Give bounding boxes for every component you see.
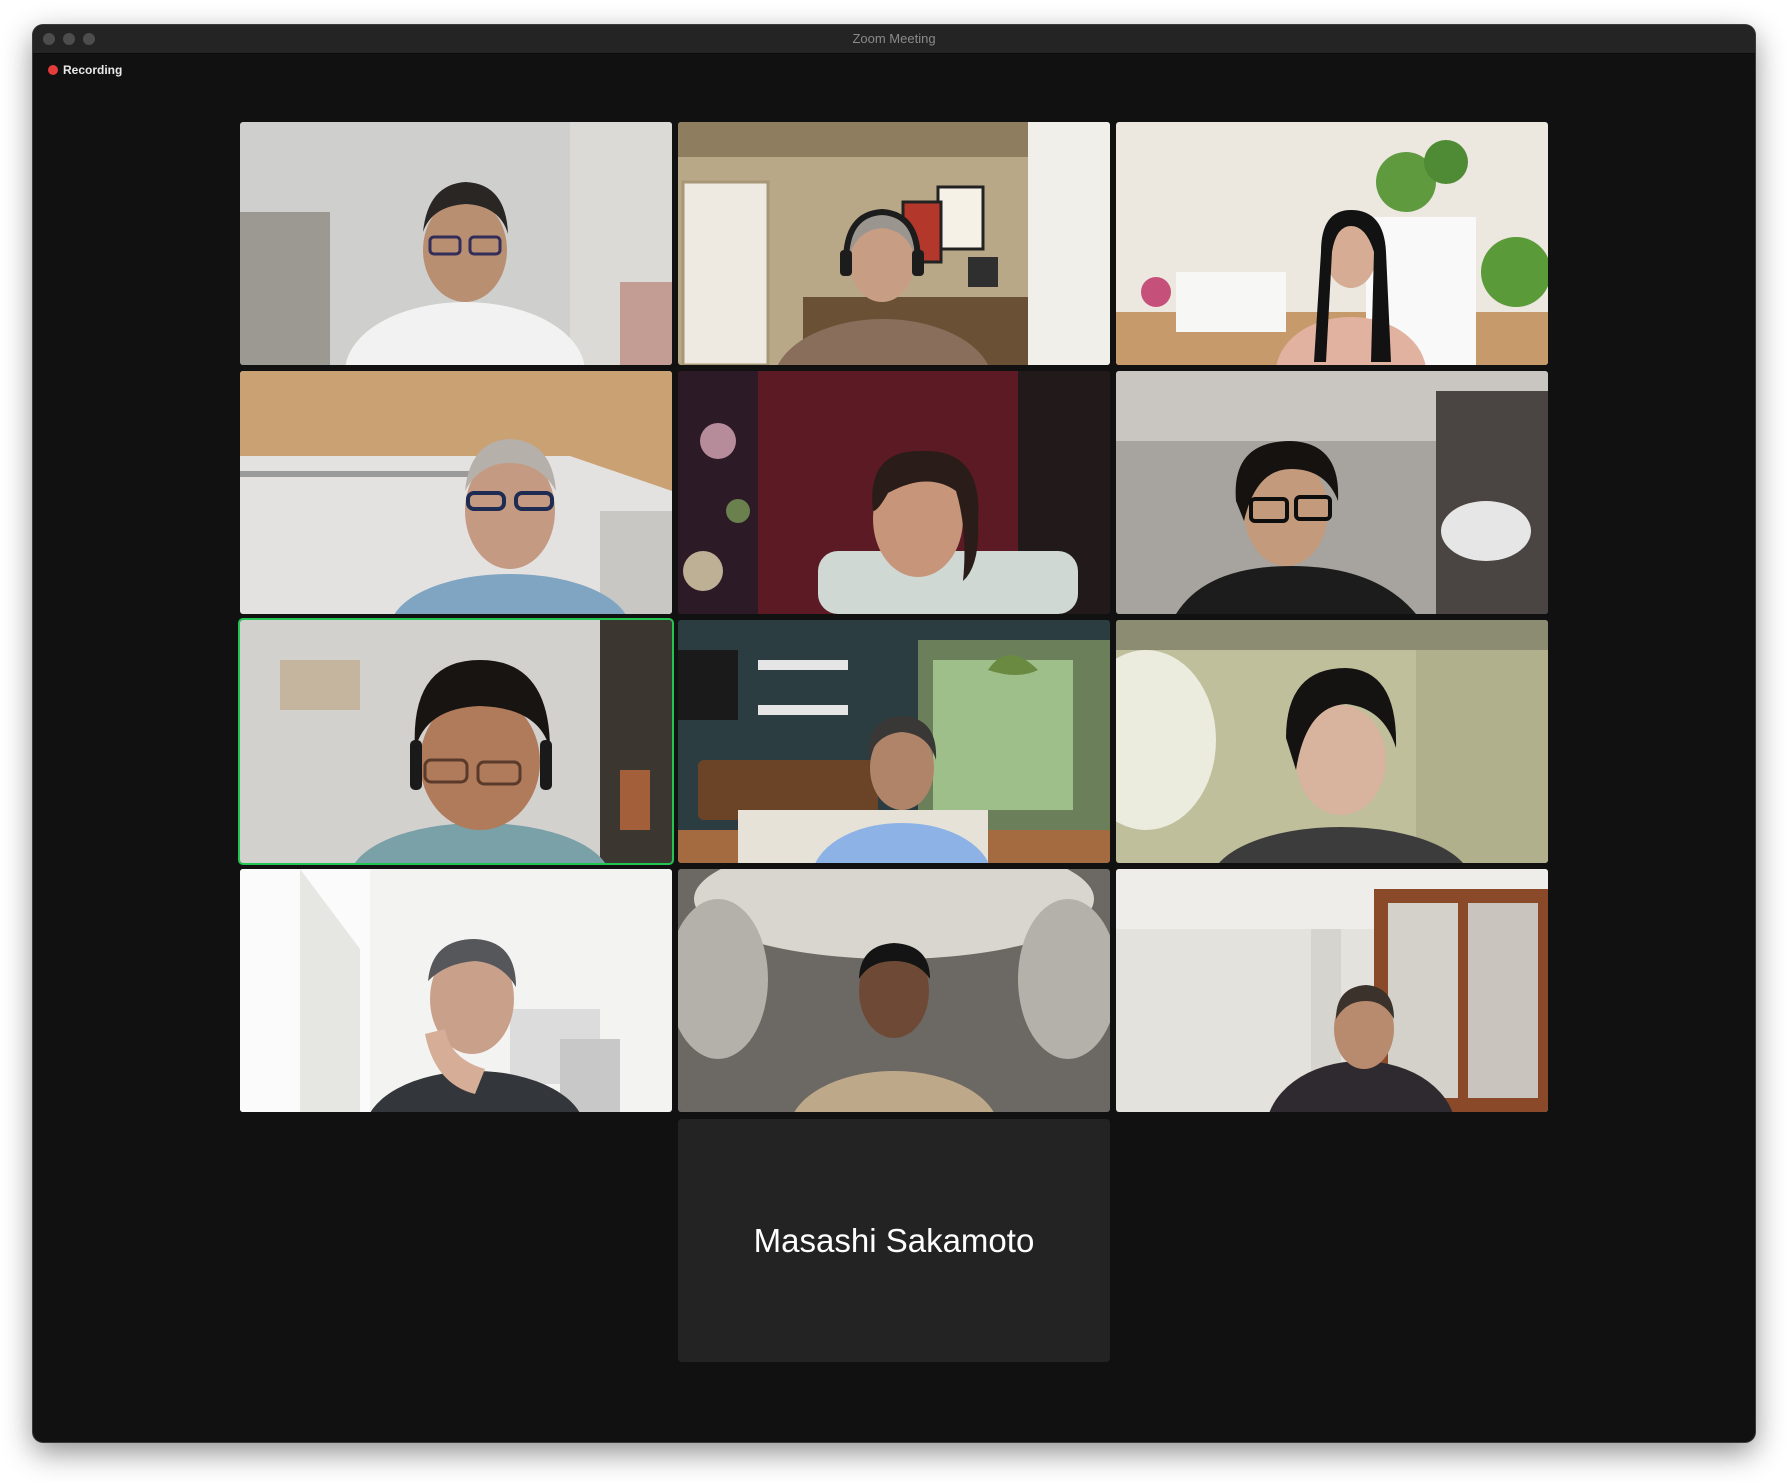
participant-video-tile-8[interactable] bbox=[678, 620, 1110, 863]
participant-video-5 bbox=[678, 371, 1110, 614]
participant-video-tile-2[interactable] bbox=[678, 122, 1110, 365]
participant-video-tile-6[interactable] bbox=[1116, 371, 1548, 614]
participant-video-12 bbox=[1116, 869, 1548, 1112]
participant-video-10 bbox=[240, 869, 672, 1112]
participant-video-7 bbox=[240, 620, 672, 863]
recording-indicator[interactable]: Recording bbox=[48, 63, 122, 77]
participant-video-tile-10[interactable] bbox=[240, 869, 672, 1112]
participant-video-11 bbox=[678, 869, 1110, 1112]
participant-video-1 bbox=[240, 122, 672, 365]
participant-video-tile-1[interactable] bbox=[240, 122, 672, 365]
zoom-window: Zoom Meeting Recording Masashi Sakamoto bbox=[33, 25, 1755, 1442]
participant-video-3 bbox=[1116, 122, 1548, 365]
participant-video-9 bbox=[1116, 620, 1548, 863]
participant-video-2 bbox=[678, 122, 1110, 365]
participant-video-tile-4[interactable] bbox=[240, 371, 672, 614]
participant-name-tile[interactable]: Masashi Sakamoto bbox=[678, 1119, 1110, 1362]
participant-video-tile-9[interactable] bbox=[1116, 620, 1548, 863]
recording-label: Recording bbox=[63, 63, 123, 77]
participant-video-tile-3[interactable] bbox=[1116, 122, 1548, 365]
participant-video-8 bbox=[678, 620, 1110, 863]
participant-video-tile-11[interactable] bbox=[678, 869, 1110, 1112]
participant-video-6 bbox=[1116, 371, 1548, 614]
participant-video-tile-12[interactable] bbox=[1116, 869, 1548, 1112]
recording-dot-icon bbox=[48, 65, 58, 75]
participant-video-tile-5[interactable] bbox=[678, 371, 1110, 614]
participant-video-tile-7[interactable] bbox=[240, 620, 672, 863]
participant-video-4 bbox=[240, 371, 672, 614]
title-bar: Zoom Meeting bbox=[33, 25, 1755, 54]
window-title: Zoom Meeting bbox=[852, 31, 936, 46]
participant-name: Masashi Sakamoto bbox=[753, 1221, 1035, 1259]
